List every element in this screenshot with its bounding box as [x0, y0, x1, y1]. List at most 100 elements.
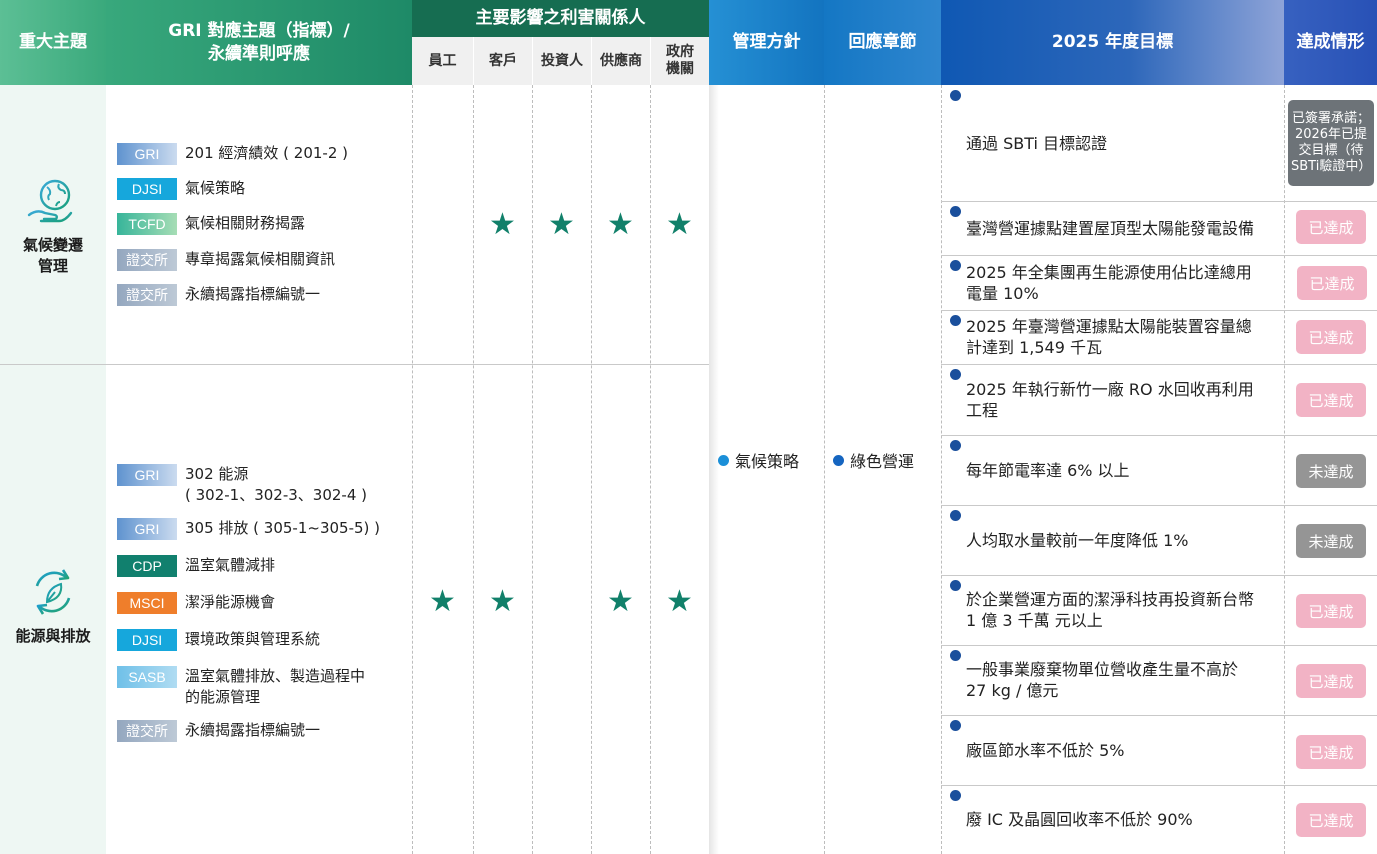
- topic-label: 氣候變遷 管理: [22, 236, 83, 275]
- column-divider: [591, 85, 592, 854]
- gri-item: 證交所 永續揭露指標編號一: [117, 720, 402, 742]
- star-icon: ★: [607, 207, 634, 242]
- column-divider: [650, 85, 651, 854]
- chapter-text: 綠色營運: [850, 452, 915, 471]
- status-badge: 已達成: [1296, 594, 1366, 628]
- bullet-icon: [950, 580, 961, 591]
- target-row: 於企業營運方面的潔淨科技再投資新台幣 1 億 3 千萬 元以上: [941, 575, 1284, 645]
- topic-label: 能源與排放: [15, 626, 91, 645]
- tcfd-badge: TCFD: [117, 213, 177, 235]
- msci-badge: MSCI: [117, 592, 177, 614]
- gri-item: GRI 201 經濟績效 ( 201-2 ): [117, 143, 402, 165]
- sasb-badge: SASB: [117, 666, 177, 688]
- bullet-icon: [833, 455, 844, 466]
- topic-energy: 能源與排放: [0, 555, 106, 655]
- gri-text: 氣候相關財務揭露: [185, 214, 306, 232]
- bullet-icon: [950, 315, 961, 326]
- star-icon: ★: [489, 207, 516, 242]
- target-text: 每年節電率達 6% 以上: [966, 460, 1130, 480]
- target-text: 一般事業廢棄物單位營收產生量不高於 27 kg / 億元: [966, 660, 1239, 700]
- twse-badge: 證交所: [117, 720, 177, 742]
- gri-text: 環境政策與管理系統: [185, 630, 321, 648]
- star-icon: ★: [607, 584, 634, 619]
- status-badge: 已達成: [1296, 383, 1366, 417]
- gri-text: 潔淨能源機會: [185, 593, 276, 611]
- djsi-badge: DJSI: [117, 629, 177, 651]
- star-icon: ★: [489, 584, 516, 619]
- column-divider: [412, 85, 413, 854]
- gri-item: MSCI 潔淨能源機會: [117, 592, 402, 614]
- gri-item: TCFD 氣候相關財務揭露: [117, 213, 402, 235]
- djsi-badge: DJSI: [117, 178, 177, 200]
- policy-text: 氣候策略: [735, 452, 800, 471]
- header-topic: 重大主題: [0, 0, 106, 85]
- gri-text: 305 排放 ( 305-1~305-5) ): [185, 519, 381, 537]
- gri-text: 永續揭露指標編號一: [185, 721, 321, 739]
- target-text: 廢 IC 及晶圓回收率不低於 90%: [966, 810, 1193, 829]
- gri-text: 302 能源 ( 302-1、302-3、302-4 ): [185, 465, 367, 504]
- star-icon: ★: [548, 207, 575, 242]
- status-badge: 已達成: [1297, 266, 1367, 300]
- gri-item: DJSI 環境政策與管理系統: [117, 629, 402, 651]
- target-row: 通過 SBTi 目標認證: [941, 85, 1284, 201]
- column-divider: [473, 85, 474, 854]
- bullet-icon: [950, 720, 961, 731]
- header-stakeholder-government: 政府 機關: [650, 37, 709, 85]
- bullet-icon: [950, 369, 961, 380]
- gri-item: GRI 305 排放 ( 305-1~305-5) ): [117, 518, 402, 540]
- bullet-icon: [950, 260, 961, 271]
- recycle-leaf-icon: [35, 568, 71, 615]
- star-icon: ★: [429, 584, 456, 619]
- earth-in-hand-icon: [27, 179, 73, 223]
- topic-climate: 氣候變遷 管理: [0, 170, 106, 280]
- target-text: 2025 年執行新竹一廠 RO 水回收再利用 工程: [966, 379, 1254, 420]
- target-row: 2025 年全集團再生能源使用佔比達總用 電量 10%: [941, 255, 1284, 310]
- twse-badge: 證交所: [117, 249, 177, 271]
- bullet-icon: [950, 650, 961, 661]
- header-gri: GRI 對應主題（指標）/ 永續準則呼應: [106, 0, 412, 85]
- header-stakeholder-investor: 投資人: [532, 37, 591, 85]
- chapter-cell: 綠色營運: [833, 448, 914, 472]
- target-row: 人均取水量較前一年度降低 1%: [941, 505, 1284, 575]
- gri-text: 溫室氣體減排: [185, 556, 276, 574]
- status-badge: 已達成: [1296, 320, 1366, 354]
- column-divider: [824, 85, 825, 854]
- target-text: 臺灣營運據點建置屋頂型太陽能發電設備: [966, 218, 1255, 238]
- bullet-icon: [950, 510, 961, 521]
- bullet-icon: [950, 790, 961, 801]
- gri-item: CDP 溫室氣體減排: [117, 555, 402, 577]
- bullet-icon: [950, 206, 961, 217]
- gri-badge: GRI: [117, 464, 177, 486]
- star-icon: ★: [666, 584, 693, 619]
- status-badge: 已達成: [1296, 803, 1366, 837]
- header-policy: 管理方針: [709, 0, 824, 85]
- gri-list-climate: GRI 201 經濟績效 ( 201-2 ) DJSI 氣候策略 TCFD 氣候…: [117, 143, 402, 306]
- gri-text: 永續揭露指標編號一: [185, 285, 321, 303]
- gri-text: 溫室氣體排放、製造過程中 的能源管理: [185, 667, 366, 706]
- target-row: 2025 年臺灣營運據點太陽能裝置容量總 計達到 1,549 千瓦: [941, 310, 1284, 364]
- target-row: 臺灣營運據點建置屋頂型太陽能發電設備: [941, 201, 1284, 255]
- gri-item: 證交所 專章揭露氣候相關資訊: [117, 249, 402, 271]
- bullet-icon: [718, 455, 729, 466]
- star-icon: ★: [666, 207, 693, 242]
- gri-list-energy: GRI 302 能源 ( 302-1、302-3、302-4 ) GRI 305…: [117, 464, 402, 742]
- target-row: 2025 年執行新竹一廠 RO 水回收再利用 工程: [941, 364, 1284, 435]
- target-text: 於企業營運方面的潔淨科技再投資新台幣 1 億 3 千萬 元以上: [966, 590, 1255, 630]
- header-stakeholders: 主要影響之利害關係人: [412, 0, 709, 37]
- gri-item: 證交所 永續揭露指標編號一: [117, 284, 402, 306]
- status-badge: 未達成: [1296, 454, 1366, 488]
- header-target: 2025 年度目標: [941, 0, 1284, 85]
- gri-badge: GRI: [117, 143, 177, 165]
- policy-cell: 氣候策略: [718, 448, 799, 472]
- status-badge: 未達成: [1296, 524, 1366, 558]
- bullet-icon: [950, 440, 961, 451]
- twse-badge: 證交所: [117, 284, 177, 306]
- target-row: 一般事業廢棄物單位營收產生量不高於 27 kg / 億元: [941, 645, 1284, 715]
- target-row: 廠區節水率不低於 5%: [941, 715, 1284, 785]
- header-stakeholder-customer: 客戶: [473, 37, 532, 85]
- column-divider: [532, 85, 533, 854]
- cdp-badge: CDP: [117, 555, 177, 577]
- header-stakeholder-employee: 員工: [412, 37, 473, 85]
- header-chapter: 回應章節: [824, 0, 941, 85]
- header-status: 達成情形: [1284, 0, 1377, 85]
